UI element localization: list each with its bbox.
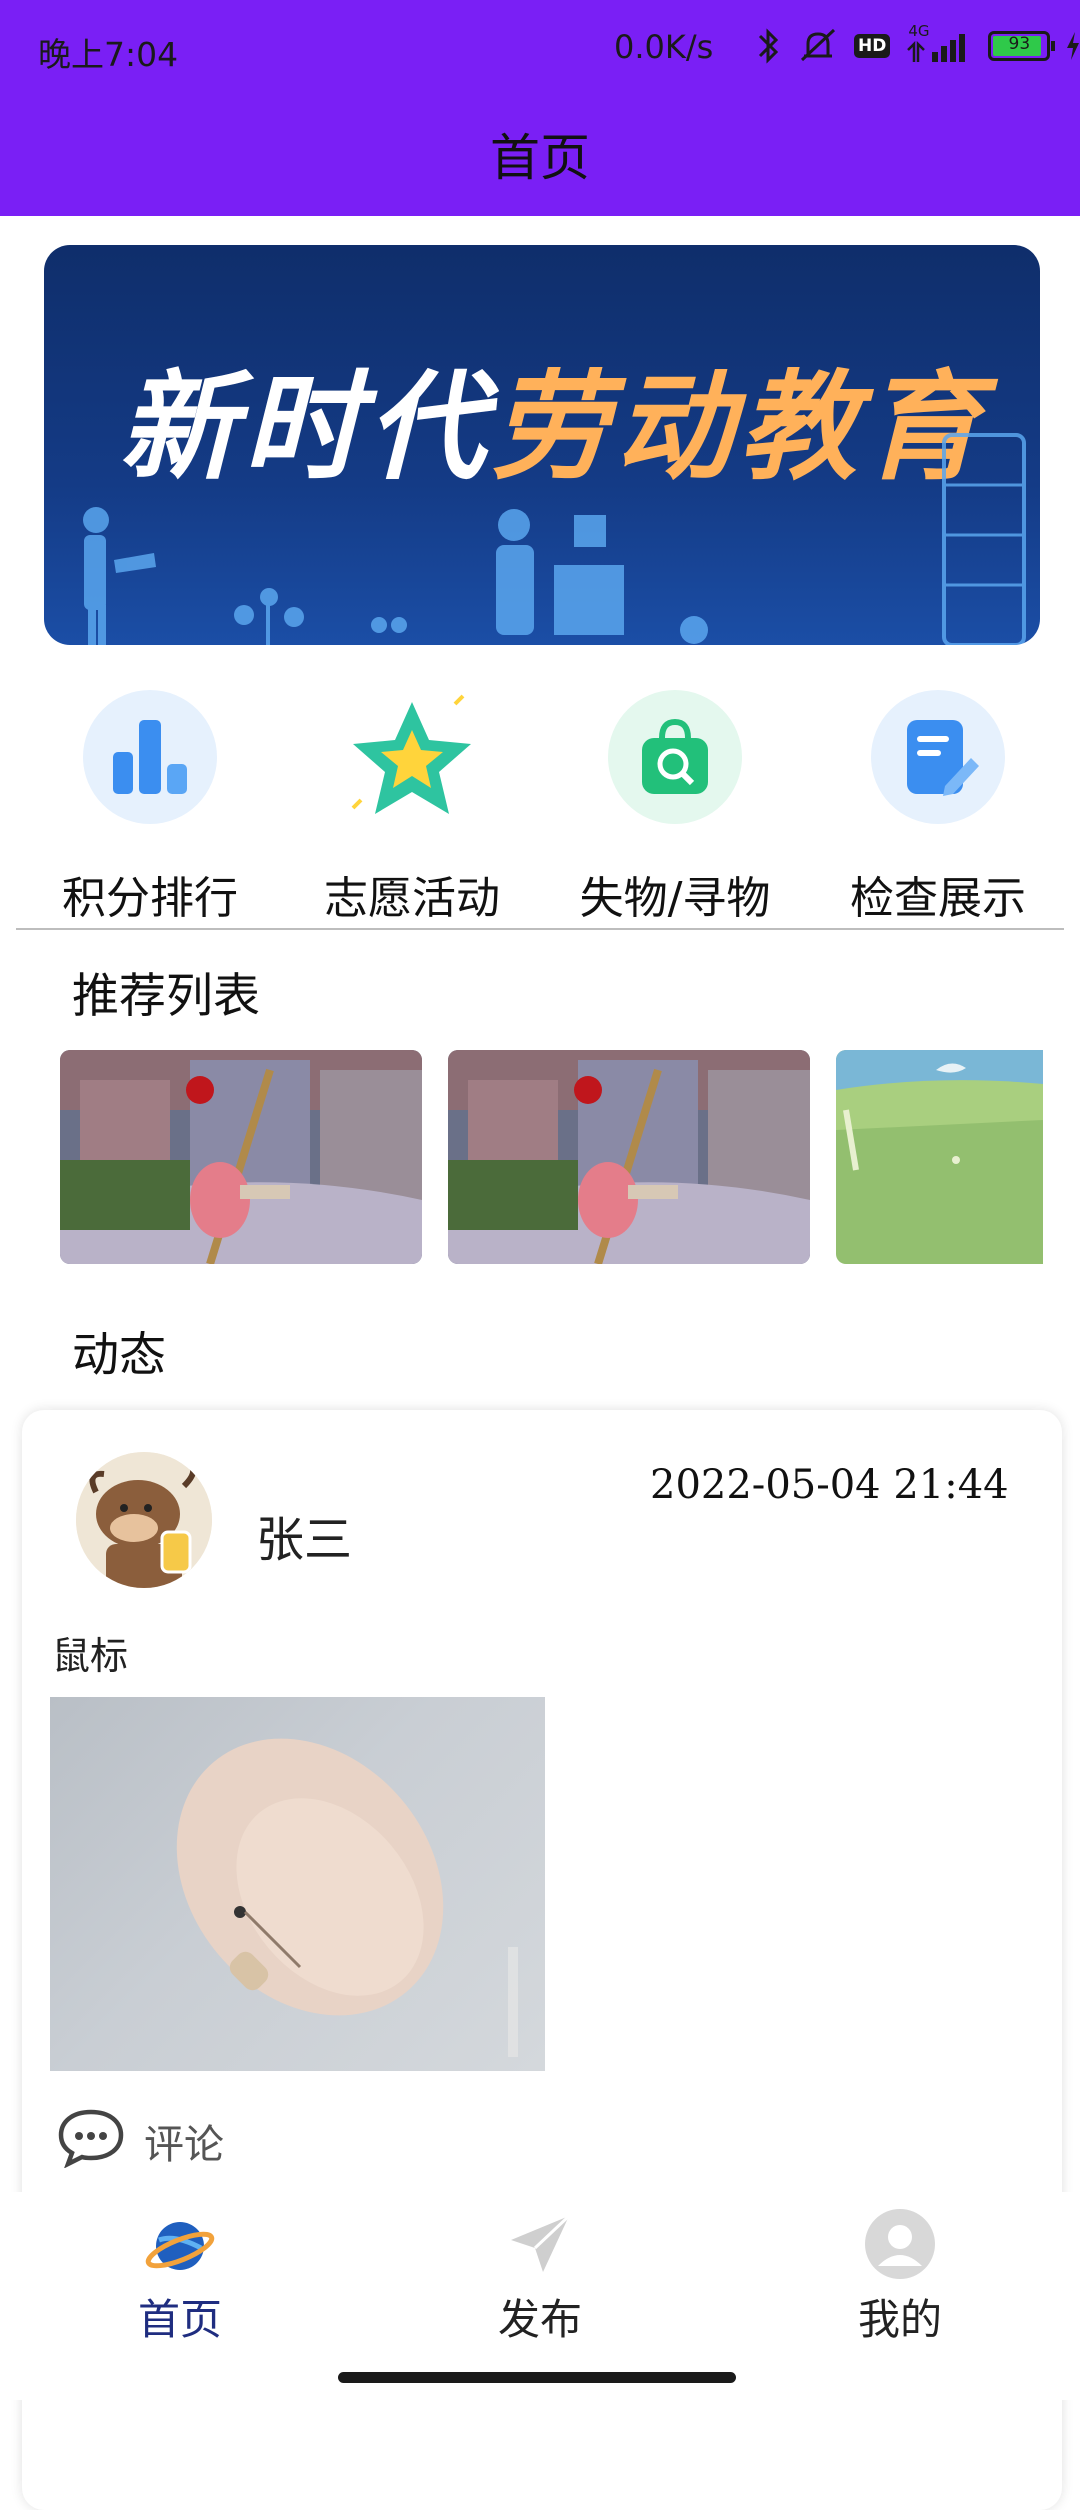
nav-label: 我的 — [857, 2295, 942, 2344]
battery-icon: 93 — [988, 31, 1056, 61]
charging-icon — [1067, 32, 1080, 60]
recommend-image — [448, 1050, 810, 1264]
nav-publish[interactable]: 发布 — [440, 2196, 640, 2344]
profile-icon — [865, 2209, 935, 2279]
nav-home[interactable]: 首页 — [80, 2196, 280, 2344]
signal-icon: 4G — [904, 22, 974, 66]
nav-label: 首页 — [137, 2295, 222, 2344]
star-icon — [345, 690, 479, 824]
feed-title: 动态 — [72, 1328, 166, 1383]
banner-carousel[interactable]: 新时代劳动教育 — [44, 245, 1040, 645]
nav-mine[interactable]: 我的 — [800, 2196, 1000, 2344]
home-indicator[interactable] — [338, 2372, 736, 2383]
comment-icon[interactable] — [56, 2106, 126, 2169]
nav-label: 发布 — [497, 2295, 582, 2344]
divider — [16, 928, 1064, 930]
post-image[interactable] — [50, 1697, 545, 2071]
quick-entry-label: 检查展示 — [850, 873, 1026, 924]
quick-entry-label: 志愿活动 — [324, 873, 500, 924]
planet-icon — [145, 2222, 215, 2270]
quick-entry-lost-found[interactable]: 失物/寻物 — [575, 690, 775, 924]
quick-entry-label: 失物/寻物 — [579, 873, 771, 924]
quick-entry-volunteer[interactable]: 志愿活动 — [312, 690, 512, 924]
recommend-title: 推荐列表 — [72, 969, 260, 1024]
recommend-item[interactable] — [448, 1050, 810, 1264]
quick-entry-label: 积分排行 — [62, 873, 238, 924]
bar-chart-icon — [83, 690, 217, 824]
app-bar: 晚上7:04 0.0K/s HD 4G 93 首页 — [0, 0, 1080, 216]
status-time: 晚上7:04 — [38, 35, 179, 74]
banner-illustration — [83, 433, 1026, 645]
bluetooth-icon — [758, 28, 779, 64]
status-icons: HD 4G 93 — [756, 22, 1080, 66]
network-speed: 0.0K/s — [614, 28, 714, 66]
post-text: 鼠标 — [52, 1634, 129, 1678]
post-username[interactable]: 张三 — [256, 1500, 352, 1570]
document-edit-icon — [871, 690, 1005, 824]
shopping-bag-search-icon — [608, 690, 742, 824]
recommend-item[interactable] — [836, 1050, 1043, 1264]
mute-icon — [800, 28, 836, 62]
recommend-item[interactable] — [60, 1050, 422, 1264]
post-time: 2022-05-04 21:44 — [650, 1462, 1009, 1508]
quick-entry-points-ranking[interactable]: 积分排行 — [50, 690, 250, 924]
comment-button[interactable]: 评论 — [144, 2112, 224, 2170]
page-title: 首页 — [490, 129, 590, 187]
battery-level: 93 — [1008, 34, 1031, 54]
paper-plane-icon — [511, 2214, 571, 2272]
quick-entry-inspection[interactable]: 检查展示 — [838, 690, 1038, 924]
avatar[interactable] — [76, 1452, 212, 1588]
recommend-image — [836, 1050, 1043, 1264]
hd-badge: HD — [854, 34, 891, 58]
recommend-image — [60, 1050, 422, 1264]
